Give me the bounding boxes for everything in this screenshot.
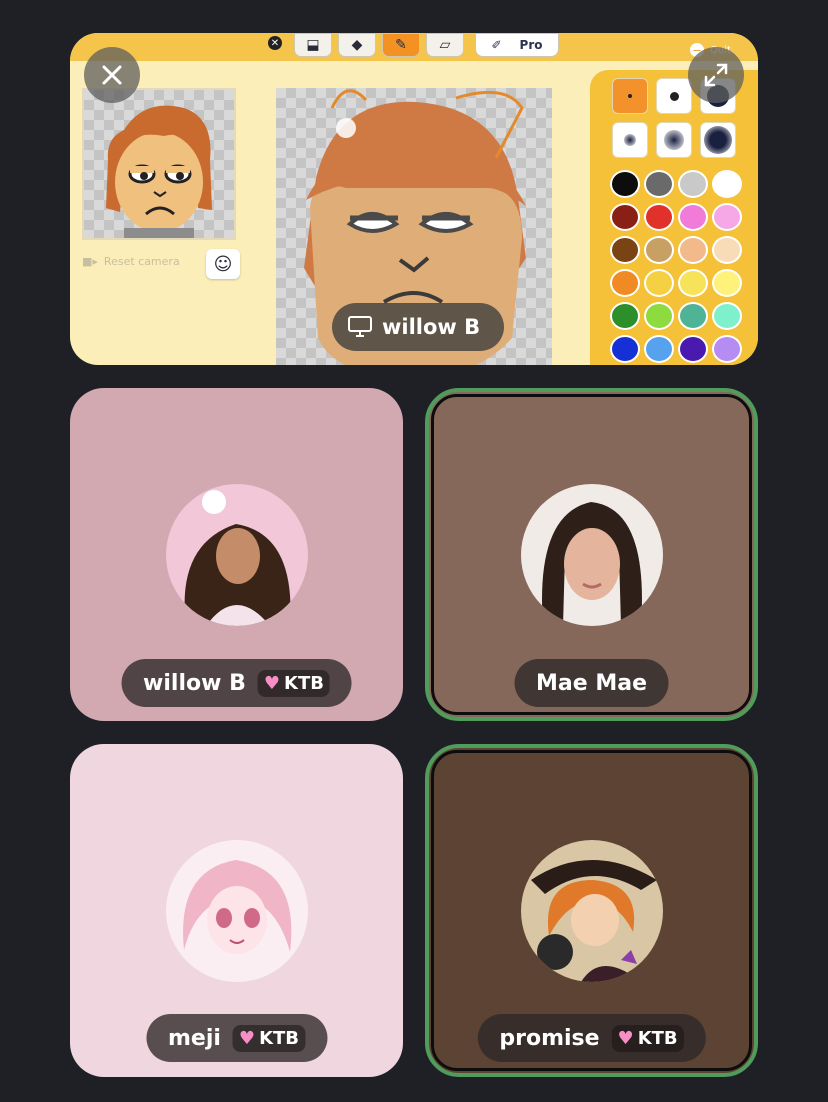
brush-size-1[interactable] [612, 78, 648, 114]
smiley-icon: ☺ [213, 253, 233, 275]
face-preview [82, 88, 236, 240]
screen-share-icon [348, 316, 372, 337]
brush-soft-1[interactable] [612, 122, 648, 158]
color-swatch[interactable] [644, 203, 674, 231]
close-share-button[interactable] [84, 47, 140, 103]
server-tag: ♥ KTB [611, 1024, 684, 1052]
color-swatch[interactable] [678, 302, 708, 330]
tag-label: KTB [637, 1027, 678, 1049]
color-swatch[interactable] [610, 203, 640, 231]
color-swatch[interactable] [678, 170, 708, 198]
close-icon [102, 65, 122, 85]
eraser-tool-button[interactable]: ▱ [426, 33, 464, 57]
presenter-name: willow B [382, 315, 481, 339]
participant-name-pill: willow B ♥ KTB [121, 659, 352, 707]
participant-tile[interactable]: promise ♥ KTB [425, 744, 758, 1077]
stamp-tool-button[interactable]: ⬓ [294, 33, 332, 57]
color-swatch[interactable] [644, 302, 674, 330]
participant-tile[interactable]: willow B ♥ KTB [70, 388, 403, 721]
pro-label: Pro [519, 38, 543, 52]
participant-tile[interactable]: meji ♥ KTB [70, 744, 403, 1077]
color-swatch[interactable] [610, 236, 640, 264]
color-swatch[interactable] [610, 269, 640, 297]
reset-camera-button[interactable]: ■▸ Reset camera [82, 255, 180, 268]
screen-share-tile[interactable]: ✕ ⬓ ◆ ✎ ▱ ✐ Pro − Quit ■▸ Reset camera ☺ [70, 33, 758, 365]
expand-icon [704, 63, 728, 87]
avatar [520, 839, 663, 982]
brush-size-2[interactable] [656, 78, 692, 114]
avatar [520, 483, 663, 626]
color-swatch[interactable] [712, 170, 742, 198]
color-swatch[interactable] [610, 170, 640, 198]
video-camera-icon: ■▸ [82, 255, 98, 268]
reset-camera-label: Reset camera [103, 255, 180, 268]
color-swatch[interactable] [644, 335, 674, 363]
color-swatch[interactable] [678, 269, 708, 297]
pro-button[interactable]: ✐ Pro [475, 33, 559, 57]
heart-icon: ♥ [617, 1027, 634, 1049]
server-tag: ♥ KTB [232, 1024, 306, 1052]
color-swatch[interactable] [712, 269, 742, 297]
participant-name: promise [499, 1025, 600, 1051]
tag-label: KTB [259, 1027, 300, 1049]
color-swatch[interactable] [712, 302, 742, 330]
color-swatch[interactable] [610, 302, 640, 330]
color-swatch[interactable] [678, 335, 708, 363]
color-swatch[interactable] [678, 203, 708, 231]
color-swatch[interactable] [712, 203, 742, 231]
avatar [165, 483, 308, 626]
mii-face-small-image [106, 105, 212, 238]
color-swatch[interactable] [712, 335, 742, 363]
participant-tile[interactable]: Mae Mae [425, 388, 758, 721]
participant-name: willow B [143, 670, 246, 696]
participant-name: meji [167, 1025, 221, 1051]
pencil-tool-button[interactable]: ✎ [382, 33, 420, 57]
small-close-icon[interactable]: ✕ [268, 36, 282, 50]
fill-tool-button[interactable]: ◆ [338, 33, 376, 57]
color-swatch[interactable] [678, 236, 708, 264]
server-tag: ♥ KTB [257, 669, 330, 697]
color-swatch[interactable] [644, 170, 674, 198]
color-swatch[interactable] [644, 236, 674, 264]
heart-icon: ♥ [238, 1027, 256, 1049]
avatar [165, 839, 308, 982]
color-palette-panel [590, 70, 758, 365]
magic-pen-icon: ✐ [491, 38, 502, 52]
heart-icon: ♥ [263, 672, 281, 694]
participant-name-pill: meji ♥ KTB [145, 1014, 328, 1062]
participant-name-pill: promise ♥ KTB [477, 1014, 706, 1062]
brush-soft-3[interactable] [700, 122, 736, 158]
color-swatch[interactable] [712, 236, 742, 264]
presenter-name-pill: willow B [332, 303, 505, 351]
color-swatch[interactable] [644, 269, 674, 297]
color-swatch[interactable] [610, 335, 640, 363]
smiley-button[interactable]: ☺ [206, 249, 240, 279]
brush-soft-2[interactable] [656, 122, 692, 158]
fullscreen-button[interactable] [688, 47, 744, 103]
participant-name-pill: Mae Mae [514, 659, 669, 707]
participant-name: Mae Mae [536, 670, 647, 696]
tag-label: KTB [284, 672, 324, 694]
